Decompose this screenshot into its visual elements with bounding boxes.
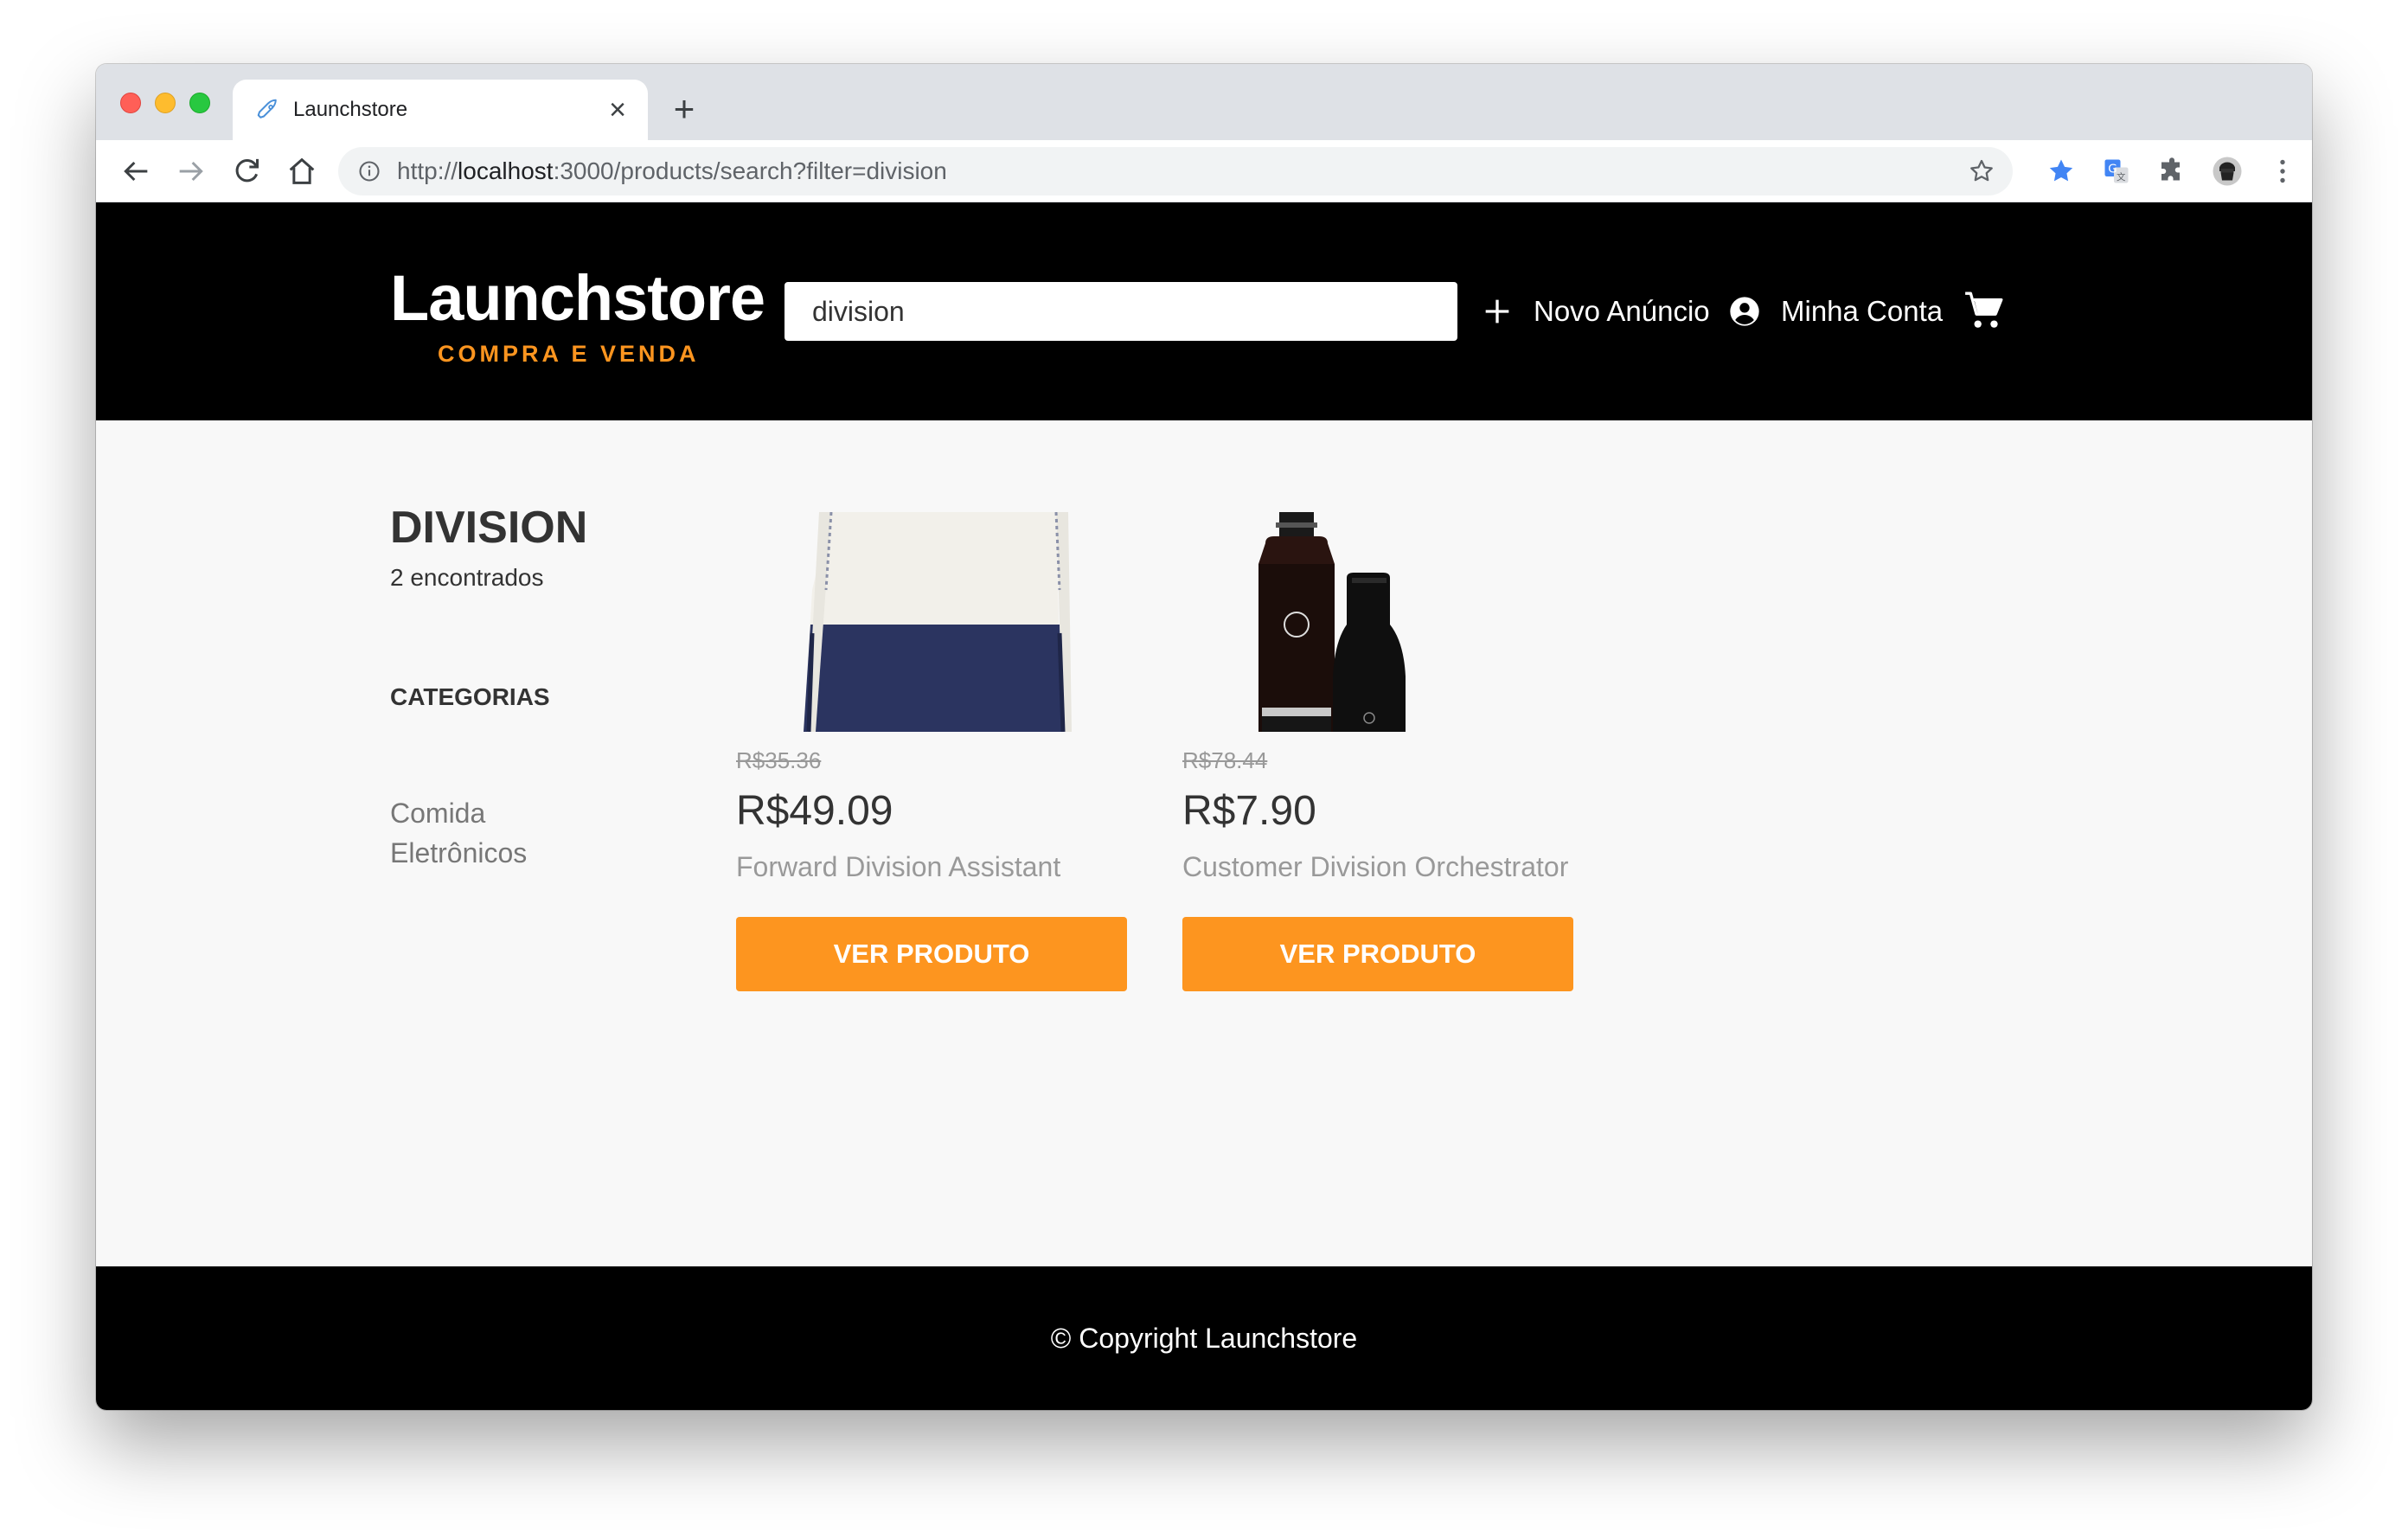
bookmark-star-icon[interactable] xyxy=(1968,157,1995,185)
logo-subtitle: COMPRA E VENDA xyxy=(438,341,700,367)
plus-icon xyxy=(1480,294,1515,329)
categories-heading: CATEGORIAS xyxy=(390,683,550,710)
category-link[interactable]: Eletrônicos xyxy=(390,837,527,869)
view-product-button[interactable]: VER PRODUTO xyxy=(1182,917,1573,991)
bookmark-extension-icon[interactable] xyxy=(2046,156,2077,187)
tab-bar: Launchstore × + xyxy=(96,64,2312,140)
browser-toolbar: http://localhost:3000/products/search?fi… xyxy=(96,140,2312,202)
url-text[interactable]: http://localhost:3000/products/search?fi… xyxy=(397,147,947,195)
results-count: 2 encontrados xyxy=(390,564,544,591)
product-image[interactable] xyxy=(1182,512,1573,732)
copyright-text: © Copyright Launchstore xyxy=(1050,1323,1358,1354)
site-footer: © Copyright Launchstore xyxy=(96,1266,2312,1410)
category-link[interactable]: Comida xyxy=(390,798,485,830)
address-bar[interactable]: http://localhost:3000/products/search?fi… xyxy=(338,147,2013,195)
more-menu-icon[interactable] xyxy=(2267,156,2298,187)
account-circle-icon xyxy=(1727,294,1762,329)
svg-text:文: 文 xyxy=(2117,171,2126,183)
product-image[interactable] xyxy=(736,511,1127,733)
new-tab-button[interactable]: + xyxy=(667,91,701,127)
puzzle-extensions-icon[interactable] xyxy=(2156,156,2187,187)
close-window-button[interactable] xyxy=(120,93,141,113)
tab-title: Launchstore xyxy=(293,98,408,121)
profile-avatar-icon[interactable] xyxy=(2212,156,2243,187)
price: R$7.90 xyxy=(1182,788,1316,834)
browser-window: Launchstore × + http://localhost:3000/pr… xyxy=(96,64,2312,1410)
browser-tab[interactable]: Launchstore × xyxy=(233,80,648,140)
maximize-window-button[interactable] xyxy=(189,93,210,113)
new-ad-label: Novo Anúncio xyxy=(1534,295,1710,327)
search-input[interactable] xyxy=(785,282,1457,341)
old-price: R$35.36 xyxy=(736,747,822,773)
rocket-icon xyxy=(255,97,281,123)
reload-icon[interactable] xyxy=(229,154,264,189)
results-title: DIVISION xyxy=(390,503,588,553)
translate-extension-icon[interactable]: G文 xyxy=(2101,156,2132,187)
minimize-window-button[interactable] xyxy=(155,93,176,113)
home-icon[interactable] xyxy=(285,154,319,189)
old-price: R$78.44 xyxy=(1182,747,1268,773)
view-product-button[interactable]: VER PRODUTO xyxy=(736,917,1127,991)
new-ad-link[interactable]: Novo Anúncio xyxy=(1480,282,1710,341)
price: R$49.09 xyxy=(736,788,893,834)
product-name[interactable]: Customer Division Orchestrator xyxy=(1182,851,1568,883)
site-header: Launchstore COMPRA E VENDA Novo Anúncio … xyxy=(96,202,2312,420)
forward-icon[interactable] xyxy=(174,154,208,189)
product-name[interactable]: Forward Division Assistant xyxy=(736,851,1060,883)
back-icon[interactable] xyxy=(118,154,153,189)
account-link[interactable]: Minha Conta xyxy=(1727,282,1943,341)
page: Launchstore COMPRA E VENDA Novo Anúncio … xyxy=(96,202,2312,1410)
shopping-cart-icon[interactable] xyxy=(1963,289,2006,332)
close-tab-icon[interactable]: × xyxy=(603,95,632,125)
account-label: Minha Conta xyxy=(1781,295,1944,327)
logo-title[interactable]: Launchstore xyxy=(390,261,765,335)
site-info-icon[interactable] xyxy=(357,159,381,183)
